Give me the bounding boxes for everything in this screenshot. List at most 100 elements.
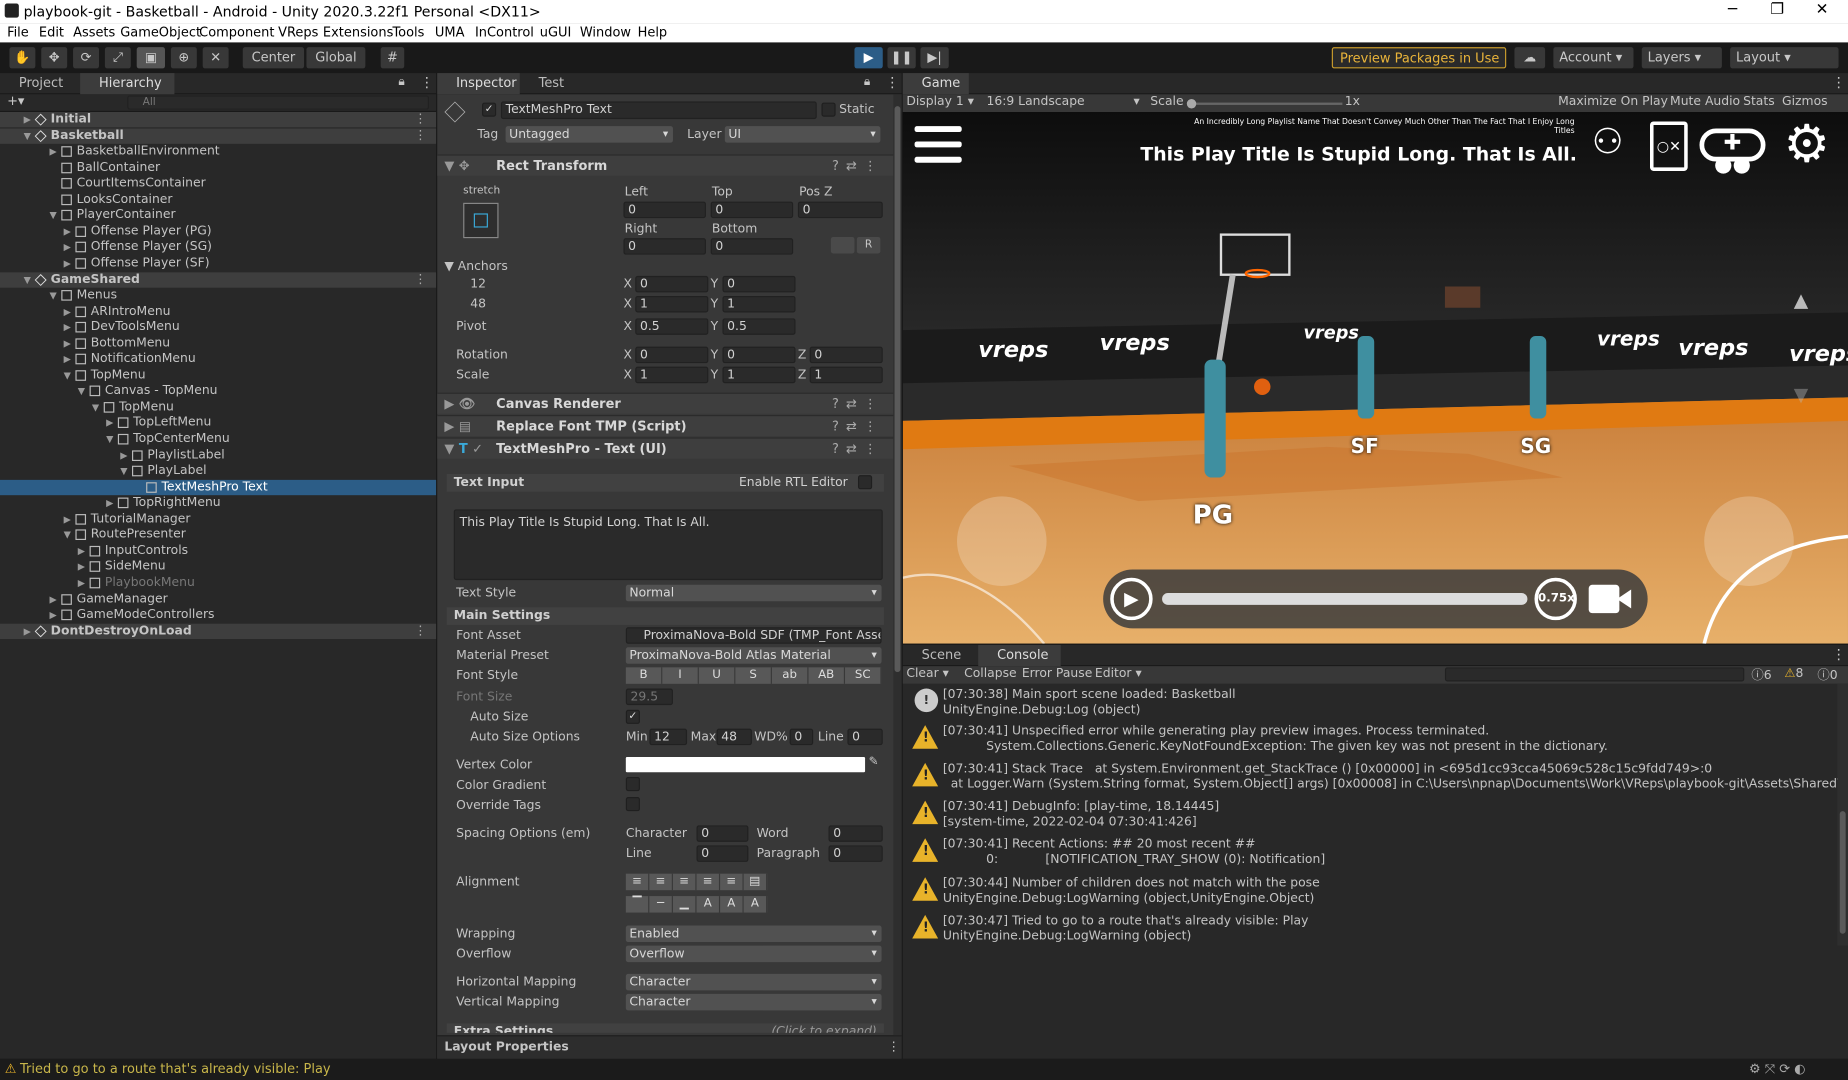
- layer-dropdown[interactable]: UI: [724, 126, 881, 143]
- scene-menu-icon[interactable]: ⋮: [414, 112, 426, 127]
- menu-component[interactable]: Component: [199, 25, 274, 40]
- expand-arrow-icon[interactable]: ▶: [64, 336, 71, 351]
- expand-arrow-icon[interactable]: ▶: [24, 623, 31, 638]
- wd-field[interactable]: 0: [789, 728, 814, 746]
- tag-dropdown[interactable]: Untagged: [505, 126, 673, 143]
- inspector-lock-icon[interactable]: 🔒︎: [864, 75, 870, 88]
- expand-arrow-icon[interactable]: ▶: [24, 112, 31, 127]
- game-menu-icon[interactable]: ⋮: [1831, 74, 1845, 91]
- expand-arrow-icon[interactable]: ▼: [92, 400, 99, 415]
- static-checkbox[interactable]: [821, 102, 836, 117]
- preview-packages-button[interactable]: Preview Packages in Use ▾: [1331, 47, 1507, 87]
- console-log-row[interactable]: [07:30:41] DebugInfo: [play-time, 18.144…: [903, 796, 1840, 834]
- align-right-icon[interactable]: ≡: [672, 873, 697, 891]
- layout-properties-menu-icon[interactable]: ⋮: [887, 1040, 899, 1054]
- align-midline-icon[interactable]: A: [720, 896, 744, 913]
- step-button[interactable]: ▶|: [920, 47, 949, 69]
- amin-x-field[interactable]: 0: [635, 275, 709, 293]
- scene-menu-icon[interactable]: ⋮: [414, 128, 426, 143]
- gizmos-toggle[interactable]: Gizmos: [1782, 94, 1828, 108]
- expand-arrow-icon[interactable]: ▶: [64, 511, 71, 526]
- hierarchy-scene-row[interactable]: ▼ GameShared ⋮: [0, 271, 437, 288]
- align-geo-icon[interactable]: ▤: [743, 873, 768, 891]
- align-middle-icon[interactable]: ─: [649, 896, 673, 913]
- menu-help[interactable]: Help: [638, 25, 668, 40]
- layout-dropdown[interactable]: Layout ▾: [1730, 47, 1839, 69]
- static-dropdown[interactable]: Static: [839, 103, 874, 117]
- custom-tool-icon[interactable]: ✕: [202, 47, 229, 69]
- color-gradient-checkbox[interactable]: [625, 776, 640, 792]
- error-pause-toggle[interactable]: Error Pause: [1022, 666, 1092, 680]
- panel-menu-icon[interactable]: ⋮: [420, 74, 434, 91]
- menu-ugui[interactable]: uGUI: [540, 25, 572, 40]
- hierarchy-row[interactable]: ▶ BottomMenu: [0, 336, 436, 351]
- hierarchy-search-input[interactable]: All: [127, 95, 429, 110]
- line-spacing-field[interactable]: 0: [696, 845, 749, 862]
- expand-arrow-icon[interactable]: ▶: [106, 416, 113, 431]
- menu-gameobject[interactable]: GameObject: [120, 25, 201, 40]
- smallcaps-button[interactable]: SC: [845, 667, 882, 684]
- sc-y-field[interactable]: 1: [722, 366, 796, 384]
- console-scrollbar[interactable]: [1837, 683, 1848, 946]
- vertical-mapping-dropdown[interactable]: Character: [625, 993, 882, 1011]
- playback-play-button[interactable]: ▶: [1110, 577, 1153, 621]
- tab-inspector[interactable]: Inspector: [437, 73, 520, 95]
- grid-snap-icon[interactable]: #: [380, 47, 405, 69]
- blueprint-mode-button[interactable]: [830, 236, 855, 254]
- right-joystick[interactable]: [1704, 496, 1794, 586]
- collapse-toggle[interactable]: Collapse: [964, 666, 1017, 680]
- inspector-menu-icon[interactable]: ⋮: [885, 74, 899, 91]
- clear-button[interactable]: Clear ▾: [906, 666, 949, 680]
- auto-max-field[interactable]: 48: [716, 728, 752, 746]
- console-search-input[interactable]: [1444, 667, 1745, 682]
- hierarchy-scene-row[interactable]: ▶ DontDestroyOnLoad ⋮: [0, 623, 437, 639]
- word-spacing-field[interactable]: 0: [828, 825, 883, 842]
- expand-arrow-icon[interactable]: ▼: [64, 368, 71, 383]
- align-capline-icon[interactable]: A: [743, 896, 768, 913]
- stats-toggle[interactable]: Stats: [1743, 94, 1775, 108]
- tab-game[interactable]: Game: [902, 73, 969, 95]
- menu-window[interactable]: Window: [580, 25, 631, 40]
- tmp-component-header[interactable]: ▼ T ✓ TextMeshPro - Text (UI) ?⇄⋮: [437, 437, 894, 459]
- hand-tool-icon[interactable]: ✋: [9, 47, 36, 69]
- sc-z-field[interactable]: 1: [809, 366, 883, 384]
- anchor-preset-icon[interactable]: [463, 202, 499, 239]
- close-button[interactable]: ✕: [1796, 1, 1848, 19]
- component-icons[interactable]: ?⇄⋮: [832, 394, 884, 415]
- scale-tool-icon[interactable]: ⤢: [104, 47, 131, 69]
- status-icons[interactable]: ⚙ ⤧ ⟳ ◐: [1749, 1059, 1806, 1080]
- menu-uma[interactable]: UMA: [435, 25, 465, 40]
- expand-arrow-icon[interactable]: ▶: [49, 144, 56, 159]
- expand-arrow-icon[interactable]: ▼: [24, 272, 31, 287]
- hierarchy-row[interactable]: ▶ GameManager: [0, 591, 436, 606]
- layout-properties-bar[interactable]: Layout Properties ⋮: [437, 1035, 902, 1059]
- error-count-toggle[interactable]: ⓘ0: [1817, 666, 1837, 684]
- component-icons[interactable]: ?⇄⋮: [832, 156, 884, 177]
- hierarchy-row[interactable]: ▼ TopCenterMenu: [0, 432, 436, 447]
- expand-arrow-icon[interactable]: ▶: [64, 352, 71, 367]
- vertex-color-field[interactable]: [625, 756, 866, 773]
- auto-line-field[interactable]: 0: [847, 728, 883, 746]
- paragraph-spacing-field[interactable]: 0: [828, 845, 883, 862]
- console-menu-icon[interactable]: ⋮: [1831, 646, 1845, 663]
- raw-edit-button[interactable]: R: [856, 236, 881, 254]
- transform-tool-icon[interactable]: ⊕: [170, 47, 197, 69]
- game-viewport[interactable]: vreps vreps vreps vreps vreps vreps PG S…: [902, 112, 1848, 644]
- hierarchy-row[interactable]: ▼ RoutePresenter: [0, 527, 436, 542]
- hierarchy-row[interactable]: ▶ Offense Player (PG): [0, 224, 436, 239]
- expand-arrow-icon[interactable]: ▼: [120, 463, 127, 478]
- hierarchy-row[interactable]: ▶ TutorialManager: [0, 511, 436, 526]
- lock-icon[interactable]: 🔒︎: [398, 75, 404, 88]
- hierarchy-row[interactable]: ▼ Menus: [0, 288, 436, 303]
- align-left-icon[interactable]: ≡: [625, 873, 650, 891]
- rot-x-field[interactable]: 0: [635, 346, 709, 364]
- rot-y-field[interactable]: 0: [722, 346, 796, 364]
- hierarchy-row[interactable]: ▶ SideMenu: [0, 559, 436, 574]
- hierarchy-scene-row[interactable]: ▶ Initial ⋮: [0, 112, 437, 128]
- hierarchy-scene-row[interactable]: ▼ Basketball ⋮: [0, 127, 437, 144]
- sc-x-field[interactable]: 1: [635, 366, 709, 384]
- hierarchy-row[interactable]: ▶ BasketballEnvironment: [0, 144, 436, 159]
- maximize-on-play-toggle[interactable]: Maximize On Play: [1558, 94, 1668, 108]
- overflow-dropdown[interactable]: Overflow: [625, 945, 882, 963]
- tab-scene[interactable]: Scene: [903, 645, 976, 666]
